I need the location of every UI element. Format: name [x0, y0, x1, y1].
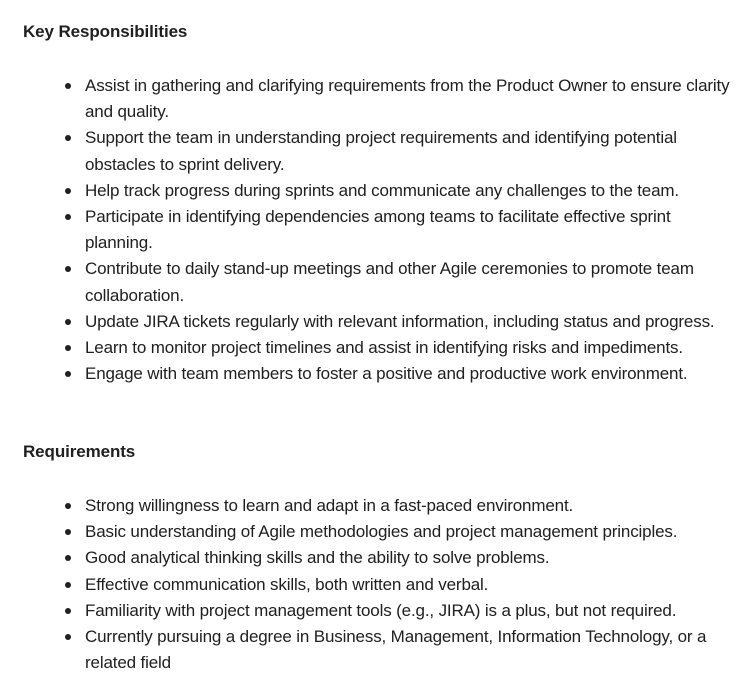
list-item: Effective communication skills, both wri…: [62, 572, 734, 598]
list-item: Contribute to daily stand-up meetings an…: [62, 256, 734, 308]
bullet-icon: [65, 503, 71, 509]
bullet-icon: [65, 135, 71, 142]
bullet-icon: [65, 318, 71, 325]
bullet-icon: [65, 581, 71, 588]
bullet-icon: [65, 634, 71, 641]
list-item: Engage with team members to foster a pos…: [62, 361, 734, 387]
bullet-icon: [65, 345, 71, 352]
bullet-icon: [65, 214, 71, 221]
bullet-icon: [65, 371, 71, 378]
list-item: Strong willingness to learn and adapt in…: [62, 493, 734, 519]
list-item-text: Familiarity with project management tool…: [85, 600, 677, 620]
list-item-text: Basic understanding of Agile methodologi…: [85, 522, 678, 542]
bullet-icon: [65, 83, 71, 89]
list-item-text: Good analytical thinking skills and the …: [85, 548, 550, 568]
section-heading-requirements: Requirements: [23, 442, 136, 461]
list-item: Basic understanding of Agile methodologi…: [62, 519, 734, 545]
responsibilities-list: Assist in gathering and clarifying requi…: [62, 73, 734, 387]
list-item-text: Strong willingness to learn and adapt in…: [85, 496, 574, 515]
requirements-list: Strong willingness to learn and adapt in…: [62, 493, 734, 676]
list-item-text: Engage with team members to foster a pos…: [85, 364, 688, 384]
list-item-text: Assist in gathering and clarifying requi…: [85, 76, 730, 122]
document: Key Responsibilities Assist in gathering…: [0, 0, 753, 691]
list-item-text: Effective communication skills, both wri…: [85, 574, 489, 594]
section-heading-key-responsibilities: Key Responsibilities: [23, 22, 188, 41]
bullet-icon: [65, 607, 71, 614]
list-item: Good analytical thinking skills and the …: [62, 545, 734, 571]
bullet-icon: [65, 187, 71, 194]
list-item-text: Currently pursuing a degree in Business,…: [85, 627, 707, 673]
bullet-icon: [65, 555, 71, 562]
list-item-text: Learn to monitor project timelines and a…: [85, 338, 683, 358]
bullet-icon: [65, 529, 71, 536]
bullet-icon: [65, 266, 71, 273]
list-item: Participate in identifying dependencies …: [62, 204, 734, 256]
list-item: Help track progress during sprints and c…: [62, 178, 734, 204]
list-item-text: Help track progress during sprints and c…: [85, 180, 680, 200]
list-item: Familiarity with project management tool…: [62, 598, 734, 624]
list-item: Learn to monitor project timelines and a…: [62, 335, 734, 361]
list-item: Support the team in understanding projec…: [62, 125, 734, 177]
list-item-text: Participate in identifying dependencies …: [85, 207, 671, 253]
list-item-text: Contribute to daily stand-up meetings an…: [85, 259, 694, 305]
list-item: Assist in gathering and clarifying requi…: [62, 73, 734, 125]
list-item-text: Update JIRA tickets regularly with relev…: [85, 311, 715, 331]
list-item: Update JIRA tickets regularly with relev…: [62, 309, 734, 335]
list-item: Currently pursuing a degree in Business,…: [62, 624, 734, 676]
list-item-text: Support the team in understanding projec…: [85, 128, 677, 174]
